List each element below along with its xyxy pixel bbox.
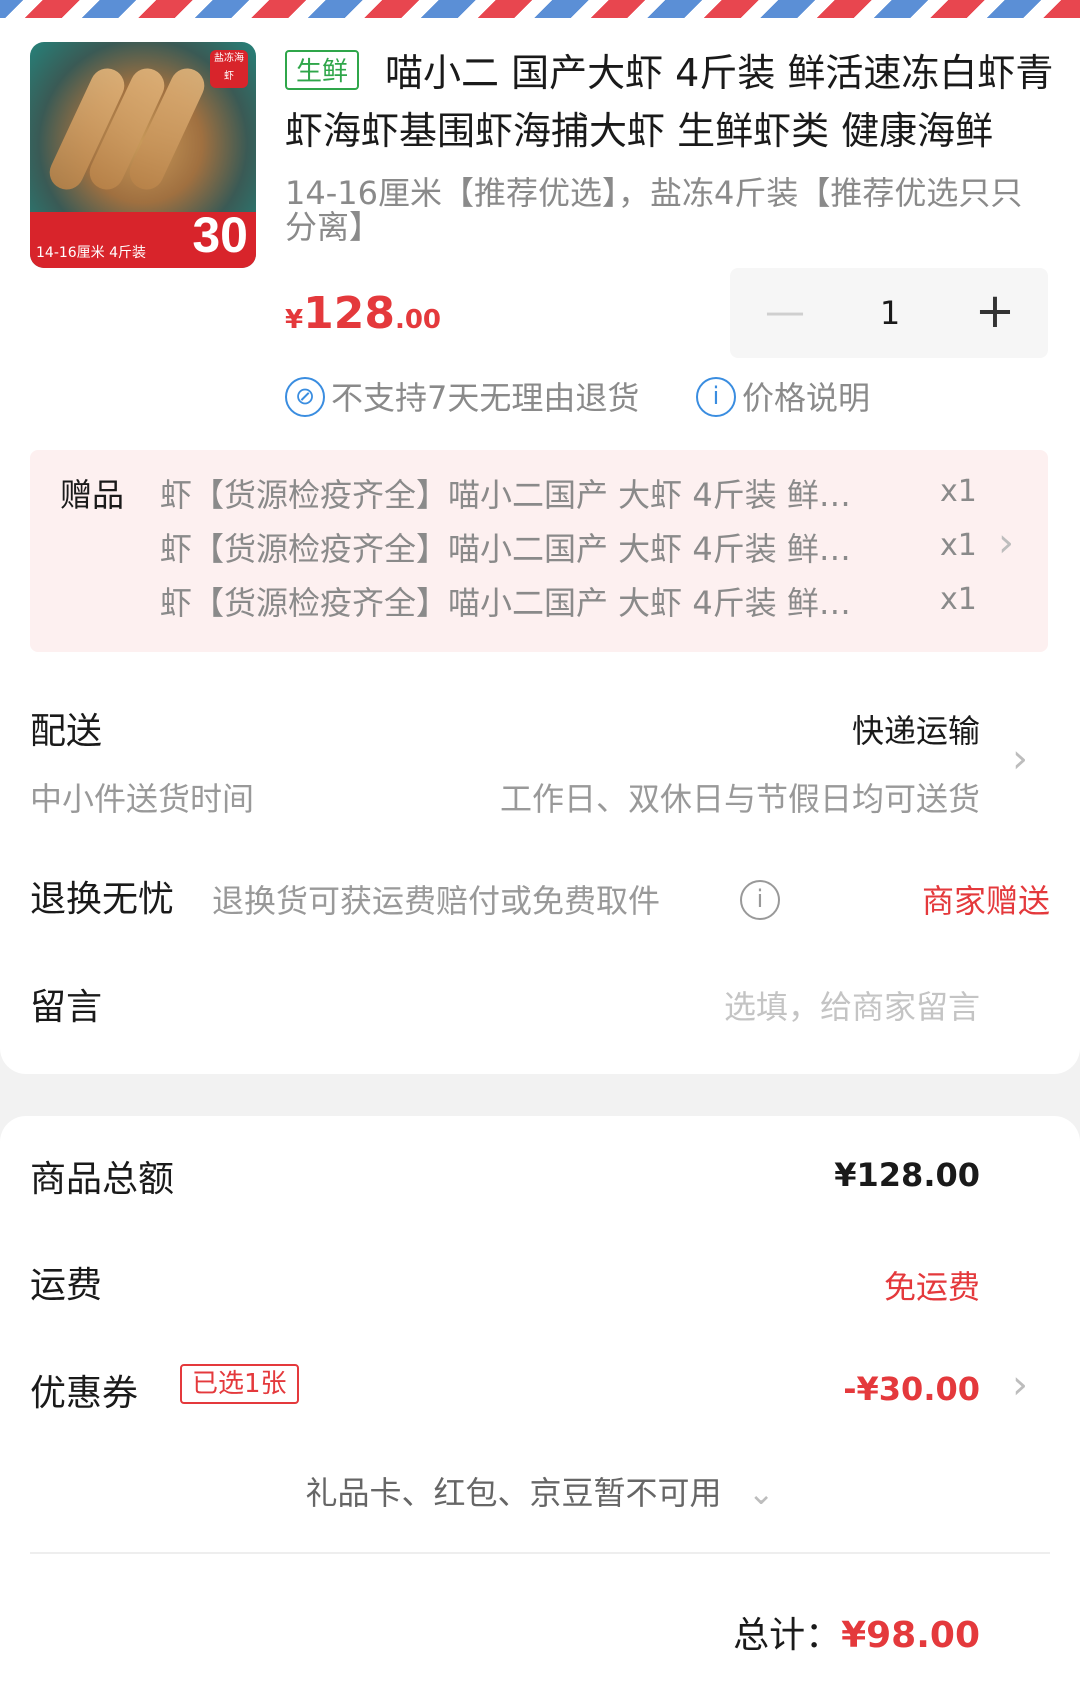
unavailable-text: 礼品卡、红包、京豆暂不可用 [305, 1474, 722, 1512]
price-summary-card: 商品总额 ¥128.00 运费 免运费 优惠券 -¥30.00 › 礼品卡、红包… [0, 1116, 1080, 1685]
product-title[interactable]: 喵小二 国产大虾 4斤装 鲜活速冻白虾青虾海虾基围虾海捕大虾 生鲜虾类 健康海鲜 [285, 44, 1055, 160]
delivery-label: 配送 [30, 711, 103, 752]
no-return-policy[interactable]: ⊘ 不支持7天无理由退货 [285, 374, 639, 422]
delivery-time-label: 中小件送货时间 [30, 780, 255, 818]
gift-label: 赠品 [60, 476, 125, 514]
no-return-text: 不支持7天无理由退货 [331, 379, 640, 417]
returns-desc: 退换货可获运费赔付或免费取件 [212, 882, 661, 920]
returns-label: 退换无忧 [30, 879, 175, 920]
gift-qty: x1 [940, 582, 977, 617]
product-thumbnail[interactable]: 盐冻海虾 14-16厘米 4斤装 30 [30, 42, 256, 268]
minus-icon[interactable]: — [750, 268, 820, 358]
airmail-border [0, 0, 1080, 18]
chevron-right-icon[interactable]: › [1012, 1362, 1028, 1408]
gift-item: 虾【货源检疫齐全】喵小二国产 大虾 4斤装 鲜活速冻 [160, 476, 880, 514]
shipping-value: 免运费 [883, 1268, 980, 1306]
quantity-value[interactable]: 1 [840, 268, 940, 358]
thumb-price: 30 [192, 207, 248, 263]
info-icon[interactable]: i [740, 880, 780, 920]
product-price: ¥128.00 [285, 288, 441, 339]
gift-item: 虾【货源检疫齐全】喵小二国产 大虾 4斤装 鲜活速冻 [160, 584, 880, 622]
price-decimal: .00 [394, 305, 442, 335]
coupon-label: 优惠券 [30, 1373, 139, 1414]
delivery-method[interactable]: 快递运输 [852, 706, 980, 752]
goods-total-value: ¥128.00 [834, 1156, 980, 1194]
unavailable-payments[interactable]: 礼品卡、红包、京豆暂不可用 ⌄ [0, 1468, 1080, 1514]
coupon-value[interactable]: -¥30.00 [843, 1370, 980, 1408]
gift-qty: x1 [940, 474, 977, 509]
price-note-link[interactable]: i 价格说明 [696, 374, 870, 422]
no-return-icon: ⊘ [285, 377, 325, 417]
info-icon: i [696, 377, 736, 417]
total-value: ¥98.00 [841, 1615, 980, 1656]
price-note-text: 价格说明 [742, 379, 871, 417]
price-currency: ¥ [285, 305, 304, 335]
divider [30, 1552, 1050, 1554]
coupon-selected-tag[interactable]: 已选1张 [180, 1364, 299, 1404]
gift-section[interactable]: 赠品 虾【货源检疫齐全】喵小二国产 大虾 4斤装 鲜活速冻 x1 虾【货源检疫齐… [30, 450, 1048, 652]
message-input[interactable]: 选填，给商家留言 [724, 982, 980, 1028]
chevron-down-icon: ⌄ [747, 1474, 775, 1512]
chevron-right-icon: › [998, 520, 1014, 566]
returns-value: 商家赠送 [921, 882, 1050, 920]
thumb-corner-badge: 盐冻海虾 [210, 50, 248, 88]
chevron-right-icon[interactable]: › [1012, 736, 1028, 782]
order-item-card: 盐冻海虾 14-16厘米 4斤装 30 生鲜 喵小二 国产大虾 4斤装 鲜活速冻… [0, 18, 1080, 1074]
total-label: 总计： [733, 1615, 842, 1656]
message-label: 留言 [30, 987, 103, 1028]
order-total: 总计：¥98.00 [733, 1606, 980, 1658]
plus-icon[interactable]: + [960, 268, 1030, 358]
goods-total-label: 商品总额 [30, 1159, 175, 1200]
shipping-label: 运费 [30, 1265, 103, 1306]
thumb-caption: 14-16厘米 4斤装 [36, 245, 147, 261]
gift-qty: x1 [940, 528, 977, 563]
delivery-time-value: 工作日、双休日与节假日均可送货 [499, 780, 980, 818]
product-spec[interactable]: 14-16厘米【推荐优选】，盐冻4斤装【推荐优选只只分离】 [285, 176, 1045, 244]
quantity-stepper[interactable]: — 1 + [730, 268, 1048, 358]
gift-item: 虾【货源检疫齐全】喵小二国产 大虾 4斤装 鲜活速冻 [160, 530, 880, 568]
price-integer: 128 [303, 288, 395, 339]
